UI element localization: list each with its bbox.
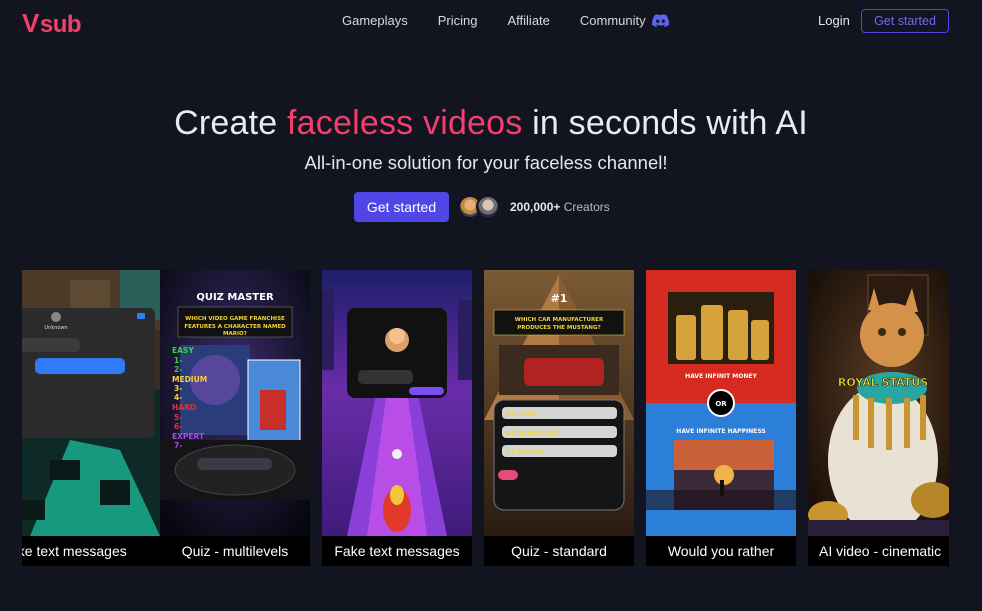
hero-title-pre: Create bbox=[174, 104, 288, 142]
option-top: HAVE INFINIT MONEY bbox=[685, 373, 757, 380]
level-item: 3- bbox=[174, 384, 182, 393]
cta-row: Get started 200,000+ Creators bbox=[354, 192, 610, 222]
quiz-question-3: MARIO? bbox=[223, 331, 247, 337]
logo-v: V bbox=[22, 8, 39, 38]
level-item: 5- bbox=[174, 413, 182, 422]
card-caption: ake text messages bbox=[22, 536, 160, 566]
hero-title-accent: faceless videos bbox=[287, 104, 523, 142]
level-easy: EASY bbox=[172, 346, 194, 355]
card-art: ROYAL STATUS bbox=[808, 270, 949, 536]
answer-a: A) FORD bbox=[506, 410, 537, 418]
creators-number: 200,000+ bbox=[510, 200, 561, 214]
card-caption: AI video - cinematic bbox=[808, 536, 949, 566]
card-caption: Would you rather bbox=[646, 536, 796, 566]
card-fake-text-1[interactable]: Unknown ake text messages bbox=[22, 270, 160, 566]
nav-community[interactable]: Community bbox=[580, 13, 669, 28]
card-ai-video-cinematic[interactable]: ROYAL STATUS AI video - cinematic bbox=[808, 270, 949, 566]
or-label: OR bbox=[715, 400, 727, 408]
level-item: 1- bbox=[174, 356, 182, 365]
card-art: Unknown bbox=[22, 270, 160, 536]
card-quiz-multilevels[interactable]: QUIZ MASTER WHICH VIDEO GAME FRANCHISE F… bbox=[160, 270, 310, 566]
quiz-question: WHICH VIDEO GAME FRANCHISE bbox=[185, 316, 285, 322]
nav-gameplays[interactable]: Gameplays bbox=[342, 13, 408, 28]
discord-icon bbox=[651, 14, 669, 27]
level-item: 7- bbox=[174, 441, 182, 450]
gameplay-cards: Unknown ake text messages QUIZ MASTER WH… bbox=[22, 270, 949, 566]
quiz-question-2: FEATURES A CHARACTER NAMED bbox=[184, 324, 286, 330]
card-art: HAVE INFINIT MONEY OR HAVE INFINITE HAPP… bbox=[646, 270, 796, 536]
hero-title: Create faceless videos in seconds with A… bbox=[0, 104, 982, 143]
nav-affiliate[interactable]: Affiliate bbox=[508, 13, 550, 28]
creators-label: Creators bbox=[560, 200, 610, 214]
card-would-you-rather[interactable]: HAVE INFINIT MONEY OR HAVE INFINITE HAPP… bbox=[646, 270, 796, 566]
level-item: 6- bbox=[174, 422, 182, 431]
card-art bbox=[322, 270, 472, 536]
nav-get-started-button[interactable]: Get started bbox=[861, 9, 949, 33]
level-item: 4- bbox=[174, 393, 182, 402]
logo-text: sub bbox=[39, 11, 82, 38]
card-fake-text-2[interactable]: Fake text messages bbox=[322, 270, 472, 566]
hero-title-post: in seconds with AI bbox=[522, 104, 808, 142]
option-bottom: HAVE INFINITE HAPPINESS bbox=[676, 428, 765, 435]
hero-get-started-button[interactable]: Get started bbox=[354, 192, 449, 222]
card-art: #1 WHICH CAR MANUFACTURER PRODUCES THE M… bbox=[484, 270, 634, 536]
nav-community-label: Community bbox=[579, 13, 646, 28]
card-caption: Fake text messages bbox=[322, 536, 472, 566]
quiz-number: #1 bbox=[551, 292, 568, 305]
creators-count: 200,000+ Creators bbox=[510, 200, 610, 214]
creator-avatars bbox=[458, 195, 500, 219]
quiz-title: QUIZ MASTER bbox=[196, 292, 274, 303]
login-link[interactable]: Login bbox=[818, 13, 850, 28]
card-quiz-standard[interactable]: #1 WHICH CAR MANUFACTURER PRODUCES THE M… bbox=[484, 270, 634, 566]
avatar bbox=[476, 195, 500, 219]
level-hard: HARD bbox=[172, 403, 196, 412]
top-nav: Vsub Gameplays Pricing Affiliate Communi… bbox=[0, 0, 982, 44]
phone-contact-name: Unknown bbox=[44, 325, 67, 331]
level-item: 2- bbox=[174, 365, 182, 374]
level-medium: MEDIUM bbox=[172, 375, 207, 384]
level-expert: EXPERT bbox=[172, 432, 205, 441]
card-caption: Quiz - standard bbox=[484, 536, 634, 566]
nav-links: Gameplays Pricing Affiliate Community bbox=[342, 13, 669, 28]
answer-b: B) CHEVROLET bbox=[506, 429, 560, 437]
ai-video-label: ROYAL STATUS bbox=[838, 376, 928, 389]
nav-pricing[interactable]: Pricing bbox=[438, 13, 478, 28]
answer-c: C) TOYOTA bbox=[506, 448, 545, 456]
card-art: QUIZ MASTER WHICH VIDEO GAME FRANCHISE F… bbox=[160, 270, 310, 536]
card-caption: Quiz - multilevels bbox=[160, 536, 310, 566]
hero-subtitle: All-in-one solution for your faceless ch… bbox=[304, 152, 668, 173]
quiz-question: WHICH CAR MANUFACTURER bbox=[515, 317, 604, 323]
vsub-logo[interactable]: Vsub bbox=[22, 8, 82, 39]
quiz-question-2: PRODUCES THE MUSTANG? bbox=[517, 325, 600, 331]
